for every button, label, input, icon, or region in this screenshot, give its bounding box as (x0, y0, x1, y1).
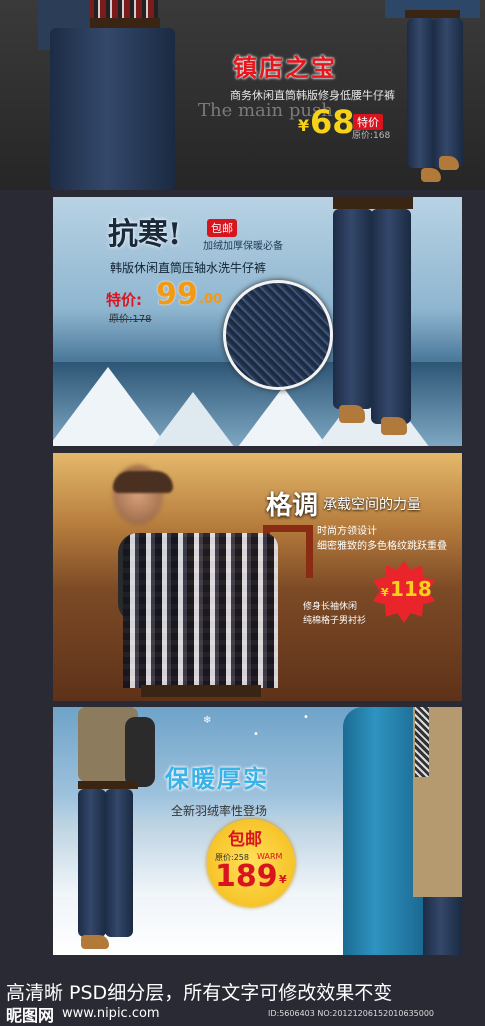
belt (405, 10, 460, 18)
jacket (125, 717, 155, 787)
banner1-price: 68 (310, 103, 355, 141)
shoe (421, 168, 441, 182)
jeans-right-leg (105, 789, 133, 937)
shoe (381, 417, 407, 435)
banner3-desc2: 纯棉格子男衬衫 (303, 616, 367, 626)
banner-plaid-shirt[interactable]: 格调 承载空间的力量 时尚方领设计 细密雅致的多色格纹跳跃重叠 ¥ 118 修身… (53, 453, 462, 701)
banner1-title: 镇店之宝 (233, 54, 337, 82)
banner3-line1: 时尚方领设计 (317, 526, 377, 537)
snowflake-icon: • (303, 712, 309, 723)
banner3-price: 118 (390, 577, 432, 601)
denim-fabric-detail (223, 280, 333, 390)
banner2-product-name: 韩版休闲直筒压轴水洗牛仔裤 (110, 261, 267, 275)
banner4-subtitle: 全新羽绒率性登场 (171, 804, 268, 818)
banner-main-push[interactable]: 镇店之宝 商务休闲直筒韩版修身低腰牛仔裤 The main push ¥ 68 … (0, 0, 485, 190)
banner3-headline: 格调 (266, 491, 319, 521)
banner2-price: 99 (156, 277, 198, 312)
right-model-image (343, 707, 462, 955)
shoe (439, 156, 459, 170)
model-hair (113, 471, 173, 493)
snowflake-icon: • (253, 729, 259, 740)
jeans (50, 28, 175, 190)
currency-symbol: ¥ (381, 586, 389, 599)
jeans-right-leg (371, 209, 411, 424)
jeans-left-leg (407, 18, 435, 168)
watermark-url: www.nipic.com (62, 1006, 160, 1021)
banner3-headline-suffix: 承载空间的力量 (323, 497, 421, 513)
footer: 高清晰 PSD细分层，所有文字可修改效果不变 昵图网 www.nipic.com… (0, 964, 485, 1025)
banner-down-jacket[interactable]: ❄ • • ❄ 保暖厚实 全新羽绒率性登场 包邮 原价:258 WARM 189… (53, 707, 462, 955)
belt (333, 197, 413, 209)
plaid-shirt (123, 533, 278, 688)
shoe (339, 405, 365, 423)
plaid-shirt (88, 0, 158, 18)
left-model-image (63, 707, 155, 955)
banner-winter-jeans[interactable]: 抗寒! 包邮 加绒加厚保暖必备 韩版休闲直筒压轴水洗牛仔裤 特价: 99 .00… (53, 197, 462, 446)
left-model-image (38, 0, 188, 190)
banner2-tagline: 加绒加厚保暖必备 (203, 241, 283, 252)
watermark-logo: 昵图网 (6, 1006, 55, 1025)
scarf (415, 707, 429, 777)
currency-symbol: ¥ (279, 873, 287, 886)
blue-down-jacket (343, 707, 423, 955)
jeans-left-leg (333, 209, 373, 409)
watermark-id: ID:5606403 NO:20121206152010635000 (268, 1009, 435, 1018)
banner4-headline: 保暖厚实 (165, 765, 269, 793)
banner2-original-price: 原价:178 (109, 314, 152, 325)
banner2-price-decimal: .00 (199, 292, 223, 307)
belt (78, 781, 138, 789)
free-shipping-badge: 包邮 (207, 219, 237, 237)
banner3-line2: 细密雅致的多色格纹跳跃重叠 (317, 541, 447, 552)
jeans-left-leg (78, 789, 106, 937)
currency-symbol: ¥ (298, 116, 310, 135)
banner1-original-price: 原价:168 (352, 131, 391, 141)
jeans-right-leg (433, 18, 463, 168)
special-price-label: 特价: (106, 291, 142, 309)
shoe (81, 935, 109, 949)
snowflake-icon: ❄ (203, 715, 212, 726)
banner4-price: 189 (215, 859, 278, 894)
banner2-headline: 抗寒! (108, 217, 182, 252)
right-model-image (385, 0, 480, 190)
belt (141, 685, 261, 697)
belt (90, 18, 160, 28)
jeans (423, 897, 462, 955)
footer-text: 高清晰 PSD细分层，所有文字可修改效果不变 (6, 982, 393, 1004)
banner3-desc1: 修身长袖休闲 (303, 602, 358, 612)
free-shipping-label: 包邮 (228, 830, 262, 850)
jeans-model-image (323, 197, 433, 435)
